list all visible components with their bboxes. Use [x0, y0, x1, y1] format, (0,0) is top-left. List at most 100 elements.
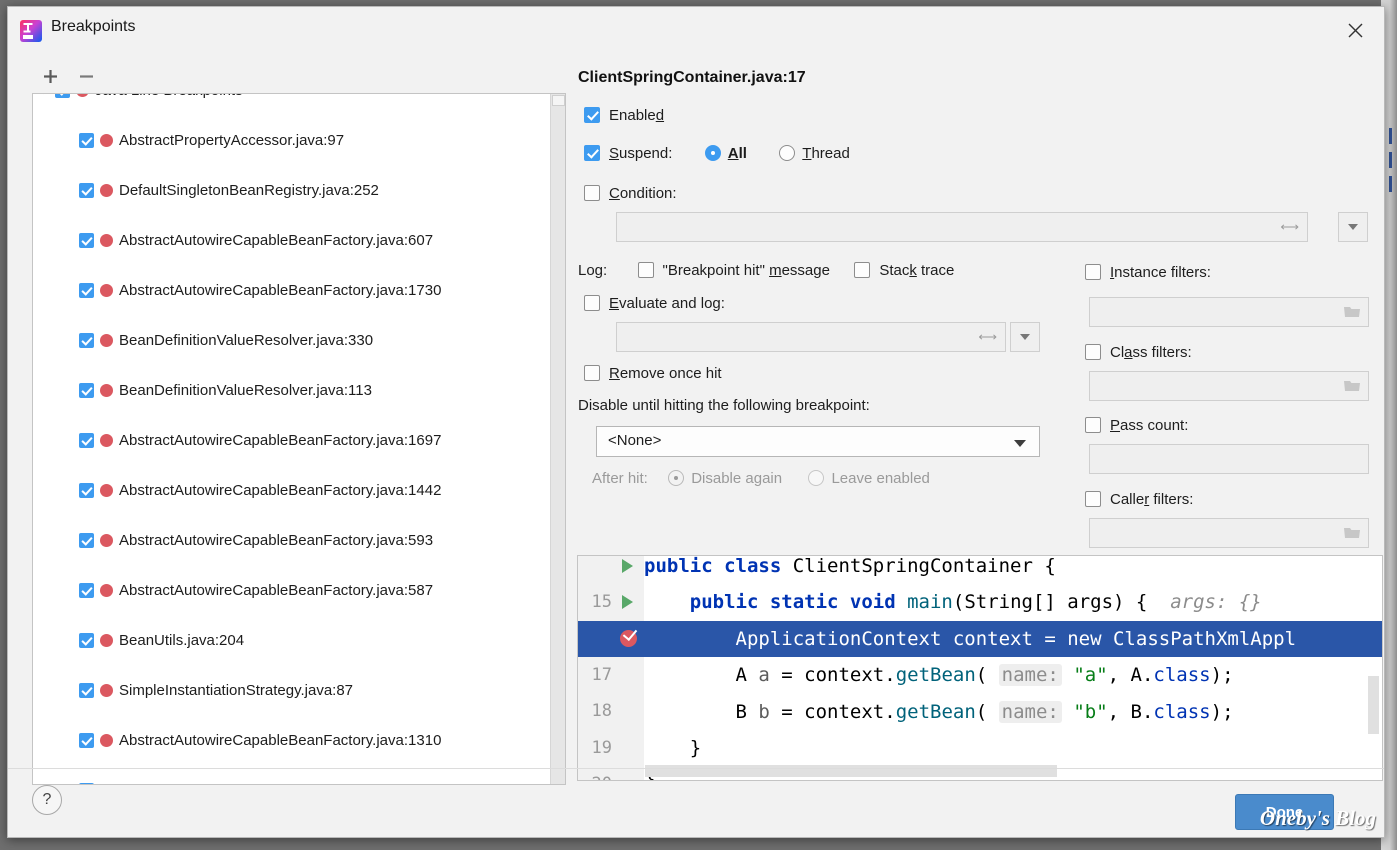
- after-hit-row: After hit: Disable again Leave enabled: [592, 470, 930, 487]
- code-horizontal-scrollbar[interactable]: [645, 765, 1057, 777]
- after-hit-disable-again-radio[interactable]: [668, 470, 685, 486]
- tree-item-label: AbstractAutowireCapableBeanFactory.java:…: [119, 482, 442, 499]
- help-icon[interactable]: ?: [32, 785, 62, 815]
- tree-item-row[interactable]: AbstractAutowireCapableBeanFactory.java:…: [33, 278, 551, 303]
- enabled-checkbox[interactable]: [584, 107, 600, 123]
- done-button[interactable]: Done: [1235, 794, 1334, 830]
- tree-item-row[interactable]: AbstractPropertyAccessor.java:97: [33, 128, 551, 153]
- stack-trace-checkbox[interactable]: [854, 262, 871, 278]
- code-line: 18 A a = context.getBean( name: "a", A.c…: [578, 657, 1382, 721]
- tree-item-checkbox[interactable]: [79, 433, 94, 448]
- suspend-thread-radio[interactable]: [779, 145, 796, 161]
- pass-count-input[interactable]: [1089, 444, 1369, 474]
- dialog-titlebar: Breakpoints: [8, 7, 1384, 51]
- instance-filters-input[interactable]: [1089, 297, 1369, 327]
- tree-item-checkbox[interactable]: [79, 683, 94, 698]
- tree-item-row[interactable]: AbstractAutowireCapableBeanFactory.java:…: [33, 578, 551, 603]
- tree-item-row[interactable]: AbstractAutowireCapableBeanFactory.java:…: [33, 228, 551, 253]
- tree-item-row[interactable]: SimpleInstantiationStrategy.java:87: [33, 678, 551, 703]
- expand-editor-icon[interactable]: ⟷: [1280, 220, 1299, 233]
- condition-history-dropdown[interactable]: [1338, 212, 1368, 242]
- tree-item-checkbox[interactable]: [79, 283, 94, 298]
- class-filters-checkbox[interactable]: [1085, 344, 1101, 360]
- breakpoint-hit-message-checkbox[interactable]: [637, 262, 654, 278]
- tree-item-row[interactable]: AbstractAutowireCapableBeanFactory.java:…: [33, 728, 551, 753]
- disable-until-combobox[interactable]: <None>: [596, 426, 1040, 457]
- tree-item-checkbox[interactable]: [79, 483, 94, 498]
- evaluate-and-log-input[interactable]: ⟷: [616, 322, 1006, 352]
- run-arrow-icon[interactable]: [622, 559, 633, 573]
- browse-folder-icon[interactable]: [1344, 526, 1360, 544]
- pass-count-checkbox[interactable]: [1085, 417, 1101, 433]
- chevron-down-icon[interactable]: ▼: [33, 94, 55, 104]
- tree-item-row[interactable]: AbstractAutowireCapableBeanFactory.java:…: [33, 478, 551, 503]
- tree-item-checkbox[interactable]: [79, 583, 94, 598]
- tree-item-row[interactable]: AbstractAutowireCapableBeanFactory.java:…: [33, 428, 551, 453]
- code-preview[interactable]: 15 public class ClientSpringContainer { …: [577, 555, 1383, 781]
- class-filters-input[interactable]: [1089, 371, 1369, 401]
- background-marker: [1389, 152, 1392, 168]
- instance-filters-label: Instance filters:: [1110, 264, 1211, 281]
- run-arrow-icon[interactable]: [622, 595, 633, 609]
- evaluate-and-log-row[interactable]: Evaluate and log:: [584, 295, 725, 312]
- tree-item-checkbox[interactable]: [79, 783, 94, 784]
- tree-item-checkbox[interactable]: [79, 183, 94, 198]
- pass-count-row[interactable]: Pass count:: [1085, 417, 1188, 434]
- tree-item-checkbox[interactable]: [79, 383, 94, 398]
- suspend-all-radio[interactable]: [704, 145, 721, 161]
- tree-item-row[interactable]: BeanDefinitionValueResolver.java:330: [33, 328, 551, 353]
- tree-item-row[interactable]: AbstractAutowireCapableBeanFactory.java:…: [33, 528, 551, 553]
- evaluate-and-log-checkbox[interactable]: [584, 295, 600, 311]
- tree-vertical-scrollbar[interactable]: [550, 94, 565, 784]
- breakpoint-dot-icon: [100, 484, 113, 497]
- code-vertical-scrollbar[interactable]: [1368, 676, 1379, 734]
- tree-item-row[interactable]: AbstractAutowireCapableBeanFactory.java:…: [33, 778, 551, 784]
- breakpoints-tree[interactable]: ▼ Java Line Breakpoints AbstractPropertyAc…: [32, 93, 566, 785]
- tree-item-row[interactable]: DefaultSingletonBeanRegistry.java:252: [33, 178, 551, 203]
- tree-item-label: AbstractAutowireCapableBeanFactory.java:…: [119, 432, 442, 449]
- suspend-all-label: All: [727, 145, 747, 162]
- remove-once-hit-checkbox[interactable]: [584, 365, 600, 381]
- breakpoint-dot-icon: [100, 234, 113, 247]
- tree-item-checkbox[interactable]: [79, 733, 94, 748]
- tree-item-row[interactable]: BeanDefinitionValueResolver.java:113: [33, 378, 551, 403]
- condition-input[interactable]: ⟷: [616, 212, 1308, 242]
- expand-editor-icon[interactable]: ⟷: [978, 330, 997, 343]
- instance-filters-row[interactable]: Instance filters:: [1085, 264, 1211, 281]
- tree-item-row[interactable]: BeanUtils.java:204: [33, 628, 551, 653]
- evaluate-and-log-history-dropdown[interactable]: [1010, 322, 1040, 352]
- enabled-row[interactable]: Enabled: [584, 107, 664, 124]
- browse-folder-icon[interactable]: [1344, 305, 1360, 323]
- chevron-down-icon: [1020, 334, 1030, 340]
- tree-group-row[interactable]: ▼ Java Line Breakpoints: [33, 94, 551, 104]
- condition-row[interactable]: Condition:: [584, 185, 677, 202]
- tree-item-checkbox[interactable]: [79, 533, 94, 548]
- background-marker: [1389, 176, 1392, 192]
- tree-item-checkbox[interactable]: [79, 233, 94, 248]
- suspend-label: Suspend:: [609, 145, 673, 162]
- after-hit-leave-enabled-radio[interactable]: [808, 470, 825, 486]
- remove-breakpoint-button[interactable]: [72, 62, 100, 90]
- instance-filters-checkbox[interactable]: [1085, 264, 1101, 280]
- stack-trace-label: Stack trace: [879, 262, 955, 279]
- remove-once-hit-label: Remove once hit: [609, 365, 722, 382]
- suspend-row[interactable]: Suspend: All Thread: [584, 145, 850, 162]
- caller-filters-checkbox[interactable]: [1085, 491, 1101, 507]
- caller-filters-row[interactable]: Caller filters:: [1085, 491, 1193, 508]
- caller-filters-input[interactable]: [1089, 518, 1369, 548]
- condition-checkbox[interactable]: [584, 185, 600, 201]
- breakpoint-verified-icon[interactable]: [620, 630, 637, 647]
- tree-group-checkbox[interactable]: [55, 94, 70, 98]
- suspend-checkbox[interactable]: [584, 145, 600, 161]
- browse-folder-icon[interactable]: [1344, 379, 1360, 397]
- suspend-thread-label: Thread: [802, 145, 850, 162]
- add-breakpoint-button[interactable]: [36, 62, 64, 90]
- tree-item-checkbox[interactable]: [79, 133, 94, 148]
- breakpoints-tree-list: ▼ Java Line Breakpoints AbstractPropertyAc…: [33, 94, 551, 784]
- class-filters-row[interactable]: Class filters:: [1085, 344, 1192, 361]
- remove-once-hit-row[interactable]: Remove once hit: [584, 365, 722, 382]
- tree-item-checkbox[interactable]: [79, 333, 94, 348]
- close-icon[interactable]: [1332, 13, 1378, 47]
- tree-scrollbar-thumb[interactable]: [552, 95, 565, 106]
- tree-item-checkbox[interactable]: [79, 633, 94, 648]
